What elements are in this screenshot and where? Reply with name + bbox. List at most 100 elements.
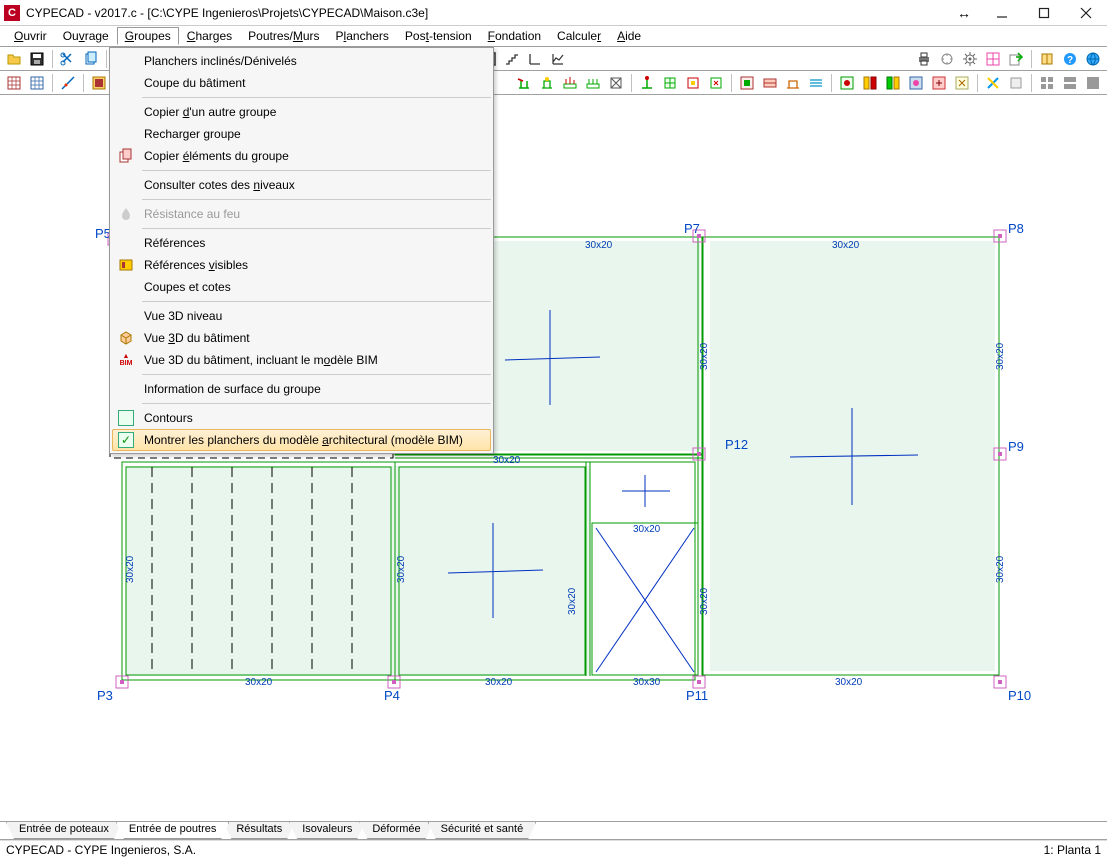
copy-icon[interactable] bbox=[80, 48, 102, 70]
node-P7: P7 bbox=[684, 221, 700, 236]
grid-icon[interactable] bbox=[982, 48, 1004, 70]
tab-entree-poutres[interactable]: Entrée de poutres bbox=[116, 822, 229, 839]
printer-icon[interactable] bbox=[913, 48, 935, 70]
menu-vue-3d-batiment[interactable]: Vue 3D du bâtiment bbox=[112, 327, 491, 349]
status-right: 1: Planta 1 bbox=[1044, 843, 1101, 857]
tab-resultats[interactable]: Résultats bbox=[223, 822, 295, 839]
t2-w-icon[interactable] bbox=[1059, 72, 1081, 94]
svg-text:?: ? bbox=[1067, 55, 1073, 66]
menu-vue-3d-bim[interactable]: ▲BIMVue 3D du bâtiment, incluant le modè… bbox=[112, 349, 491, 371]
cube-icon bbox=[118, 330, 134, 346]
menu-coupe-batiment[interactable]: Coupe du bâtiment bbox=[112, 72, 491, 94]
t2-t-icon[interactable] bbox=[982, 72, 1004, 94]
sheet1-icon[interactable] bbox=[3, 72, 25, 94]
svg-text:30x20: 30x20 bbox=[125, 555, 136, 583]
svg-text:30x20: 30x20 bbox=[699, 342, 710, 370]
tab-entree-poteaux[interactable]: Entrée de poteaux bbox=[6, 822, 122, 839]
svg-text:30x20: 30x20 bbox=[567, 587, 578, 615]
menu-charges[interactable]: Charges bbox=[179, 27, 240, 45]
menu-copier-elements[interactable]: Copier éléments du groupe bbox=[112, 145, 491, 167]
t2-h-icon[interactable] bbox=[682, 72, 704, 94]
t2-i-icon[interactable] bbox=[705, 72, 727, 94]
t2-r-icon[interactable] bbox=[928, 72, 950, 94]
menu-aide[interactable]: Aide bbox=[609, 27, 649, 45]
menu-references-visibles[interactable]: Références visibles bbox=[112, 254, 491, 276]
svg-text:30x20: 30x20 bbox=[995, 555, 1006, 583]
menu-vue-3d-niveau[interactable]: Vue 3D niveau bbox=[112, 305, 491, 327]
tab-deformee[interactable]: Déformée bbox=[359, 822, 433, 839]
menu-consulter-cotes[interactable]: Consulter cotes des niveaux bbox=[112, 174, 491, 196]
t2-c-icon[interactable] bbox=[559, 72, 581, 94]
t2-d-icon[interactable] bbox=[582, 72, 604, 94]
menu-recharger-groupe[interactable]: Recharger groupe bbox=[112, 123, 491, 145]
svg-text:30x20: 30x20 bbox=[832, 240, 860, 251]
menu-resistance-feu: Résistance au feu bbox=[112, 203, 491, 225]
svg-text:30x20: 30x20 bbox=[245, 677, 273, 688]
menu-contours[interactable]: ✓Contours bbox=[112, 407, 491, 429]
t2-x-icon[interactable] bbox=[1082, 72, 1104, 94]
menu-fondation[interactable]: Fondation bbox=[480, 27, 549, 45]
t2-q-icon[interactable] bbox=[905, 72, 927, 94]
svg-text:30x20: 30x20 bbox=[995, 342, 1006, 370]
globe-icon[interactable] bbox=[1082, 48, 1104, 70]
axes-icon[interactable] bbox=[524, 48, 546, 70]
minimize-button[interactable] bbox=[981, 0, 1023, 26]
open-icon[interactable] bbox=[3, 48, 25, 70]
chart-icon[interactable] bbox=[547, 48, 569, 70]
menu-calculer[interactable]: Calculer bbox=[549, 27, 609, 45]
node-P12: P12 bbox=[725, 437, 748, 452]
restore-button[interactable] bbox=[1023, 0, 1065, 26]
t2-m-icon[interactable] bbox=[805, 72, 827, 94]
help-icon[interactable]: ? bbox=[1059, 48, 1081, 70]
t2-b-icon[interactable] bbox=[536, 72, 558, 94]
svg-text:30x30: 30x30 bbox=[633, 677, 661, 688]
t2-p-icon[interactable] bbox=[882, 72, 904, 94]
svg-text:30x20: 30x20 bbox=[633, 524, 661, 535]
t2-g-icon[interactable] bbox=[659, 72, 681, 94]
t2-v-icon[interactable] bbox=[1036, 72, 1058, 94]
checkbox-checked-icon: ✓ bbox=[118, 432, 134, 448]
checkbox-empty-icon: ✓ bbox=[118, 410, 134, 426]
t2-f-icon[interactable] bbox=[636, 72, 658, 94]
t2-e-icon[interactable] bbox=[605, 72, 627, 94]
menu-references[interactable]: Références bbox=[112, 232, 491, 254]
t2-l-icon[interactable] bbox=[782, 72, 804, 94]
bim-icon: ▲BIM bbox=[118, 352, 134, 368]
tool-g-icon[interactable] bbox=[936, 48, 958, 70]
t2-u-icon[interactable] bbox=[1005, 72, 1027, 94]
t2-o-icon[interactable] bbox=[859, 72, 881, 94]
export-icon[interactable] bbox=[1005, 48, 1027, 70]
t2-k-icon[interactable] bbox=[759, 72, 781, 94]
t2-n-icon[interactable] bbox=[836, 72, 858, 94]
app-icon: C bbox=[4, 5, 20, 21]
menu-planchers[interactable]: Planchers bbox=[328, 27, 397, 45]
menu-ouvrage[interactable]: Ouvrage bbox=[55, 27, 117, 45]
diag-icon[interactable] bbox=[57, 72, 79, 94]
t2-s-icon[interactable] bbox=[951, 72, 973, 94]
menu-post-tension[interactable]: Post-tension bbox=[397, 27, 480, 45]
close-button[interactable] bbox=[1065, 0, 1107, 26]
menu-planchers-inclines[interactable]: Planchers inclinés/Dénivelés bbox=[112, 50, 491, 72]
status-bar: CYPECAD - CYPE Ingenieros, S.A. 1: Plant… bbox=[0, 840, 1107, 858]
layers-icon[interactable] bbox=[88, 72, 110, 94]
tab-securite-sante[interactable]: Sécurité et santé bbox=[428, 822, 537, 839]
menu-groupes[interactable]: Groupes bbox=[117, 27, 179, 45]
save-icon[interactable] bbox=[26, 48, 48, 70]
menu-montrer-planchers-bim[interactable]: ✓Montrer les planchers du modèle archite… bbox=[112, 429, 491, 451]
copy-group-icon bbox=[118, 148, 134, 164]
menu-info-surface[interactable]: Information de surface du groupe bbox=[112, 378, 491, 400]
sheet2-icon[interactable] bbox=[26, 72, 48, 94]
stairs-icon[interactable] bbox=[501, 48, 523, 70]
t2-j-icon[interactable] bbox=[736, 72, 758, 94]
t2-a-icon[interactable] bbox=[513, 72, 535, 94]
gear-icon[interactable] bbox=[959, 48, 981, 70]
menu-copier-autre-groupe[interactable]: Copier d'un autre groupe bbox=[112, 101, 491, 123]
menu-poutres[interactable]: Poutres/Murs bbox=[240, 27, 327, 45]
scissors-icon[interactable] bbox=[57, 48, 79, 70]
svg-text:30x20: 30x20 bbox=[493, 455, 521, 466]
menu-coupes-cotes[interactable]: Coupes et cotes bbox=[112, 276, 491, 298]
node-P9: P9 bbox=[1008, 439, 1024, 454]
tab-isovaleurs[interactable]: Isovaleurs bbox=[289, 822, 365, 839]
book-icon[interactable] bbox=[1036, 48, 1058, 70]
menu-ouvrir[interactable]: Ouvrir bbox=[6, 27, 55, 45]
